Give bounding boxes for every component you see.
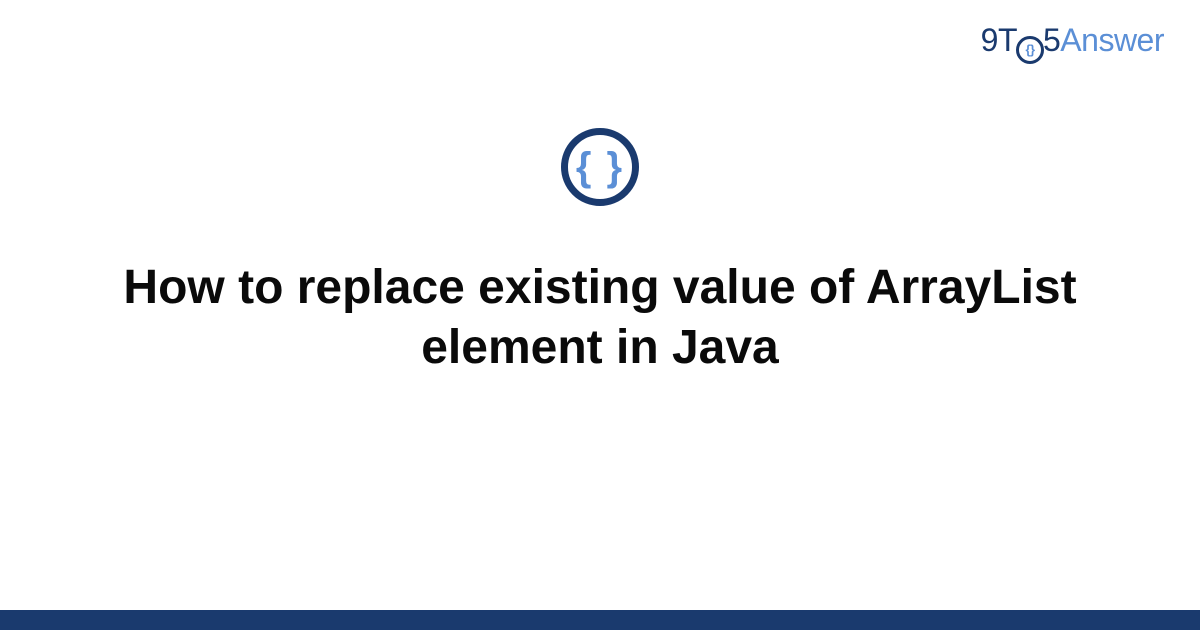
braces-glyph: { } — [576, 147, 624, 187]
logo-text-5: 5 — [1043, 22, 1060, 58]
site-logo: 9T 5Answer — [981, 22, 1164, 64]
category-braces-icon: { } — [561, 128, 639, 206]
page-title: How to replace existing value of ArrayLi… — [0, 258, 1200, 378]
logo-text-9t: 9T — [981, 22, 1017, 58]
footer-accent-bar — [0, 610, 1200, 630]
logo-braces-icon — [1016, 36, 1044, 64]
logo-text-answer: Answer — [1060, 22, 1164, 58]
